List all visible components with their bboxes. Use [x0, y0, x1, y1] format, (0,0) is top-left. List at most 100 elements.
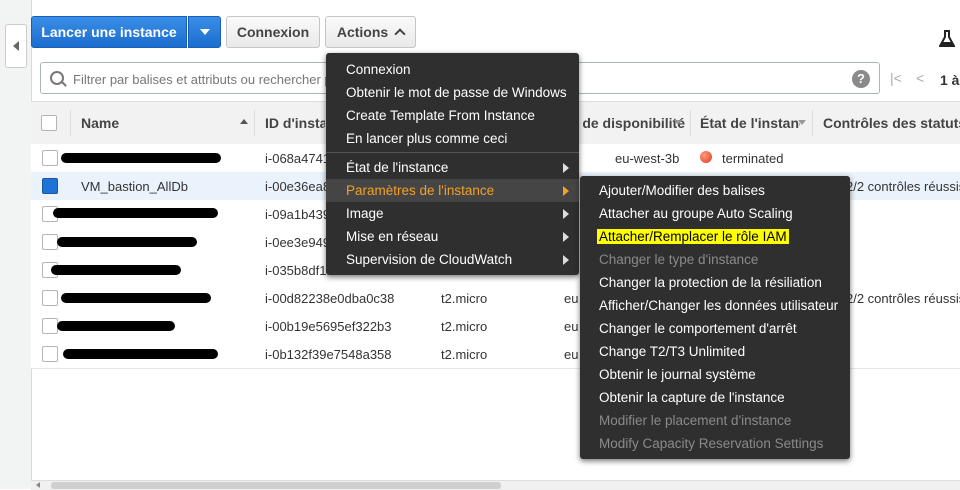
instance-id: i-068a4741 [265, 151, 331, 166]
instance-type: t2.micro [441, 347, 488, 362]
redacted-name [57, 237, 197, 247]
column-header-instance-id[interactable]: ID d'instance [265, 115, 325, 131]
column-divider [70, 110, 71, 136]
chevron-up-icon [394, 28, 406, 40]
menu-item-label: État de l'instance [346, 160, 449, 175]
row-checkbox[interactable] [42, 150, 58, 166]
left-nav-panel [0, 0, 32, 489]
menu-item-connect[interactable]: Connexion [326, 58, 579, 81]
row-checkbox[interactable] [42, 318, 58, 334]
submenu-arrow-icon [563, 163, 569, 173]
menu-item-get-windows-password[interactable]: Obtenir le mot de passe de Windows [326, 81, 579, 104]
connect-button[interactable]: Connexion [226, 16, 320, 48]
column-divider [254, 110, 255, 136]
first-page-icon[interactable]: |< [890, 70, 902, 86]
column-header-name[interactable]: Name [81, 115, 201, 131]
instance-id: i-09a1b439 [265, 207, 331, 222]
menu-item-cloudwatch-monitoring[interactable]: Supervision de CloudWatch [326, 248, 579, 271]
menu-item-attach-auto-scaling[interactable]: Attacher au groupe Auto Scaling [580, 202, 850, 225]
menu-item-launch-more-like-this[interactable]: En lancer plus comme ceci [326, 127, 579, 150]
row-checkbox[interactable] [42, 234, 58, 250]
menu-item-modify-placement: Modifier le placement d'instance [599, 413, 792, 428]
menu-item-label: Attacher/Remplacer le rôle IAM [597, 229, 789, 244]
menu-item-label: Paramètres de l'instance [346, 183, 495, 198]
submenu-arrow-icon [563, 209, 569, 219]
actions-menu: Connexion Obtenir le mot de passe de Win… [326, 53, 579, 275]
menu-item-networking[interactable]: Mise en réseau [326, 225, 579, 248]
instance-state: terminated [722, 151, 784, 166]
submenu-arrow-icon [563, 255, 569, 265]
instance-name: VM_bastion_AllDb [81, 179, 188, 194]
scrollbar-thumb[interactable] [51, 482, 501, 489]
expand-nav-button[interactable] [5, 24, 27, 68]
sort-icon[interactable] [674, 120, 682, 125]
status-checks: 2/2 contrôles réussis [846, 179, 960, 194]
redacted-name [61, 153, 221, 163]
menu-item-system-log[interactable]: Obtenir le journal système [580, 363, 850, 386]
instance-id: i-00e36ea8 [265, 179, 331, 194]
instance-id: i-00d82238e0dba0c38 [265, 291, 395, 306]
actions-button[interactable]: Actions [325, 16, 416, 48]
column-divider [690, 110, 691, 136]
redacted-name [51, 265, 181, 275]
menu-item-shutdown-behavior[interactable]: Changer le comportement d'arrêt [580, 317, 850, 340]
menu-item-label: Supervision de CloudWatch [346, 252, 513, 267]
availability-zone: eu [564, 319, 579, 334]
search-input[interactable] [71, 69, 335, 89]
redacted-name [53, 208, 218, 218]
status-checks: 2/2 contrôles réussis [846, 291, 960, 306]
column-header-instance-state[interactable]: État de l'instance [700, 115, 800, 131]
launch-instance-dropdown-button[interactable] [188, 16, 221, 48]
redacted-name [57, 321, 175, 331]
column-header-status-checks[interactable]: Contrôles des statuts [823, 115, 960, 131]
pagination: |< < 1 à [890, 70, 960, 90]
menu-item-create-template[interactable]: Create Template From Instance [326, 104, 579, 127]
chevron-left-icon [13, 41, 19, 51]
menu-item-t2-t3-unlimited[interactable]: Change T2/T3 Unlimited [580, 340, 850, 363]
row-checkbox[interactable] [42, 346, 58, 362]
menu-item-termination-protection[interactable]: Changer la protection de la résiliation [580, 271, 850, 294]
menu-item-change-instance-type: Changer le type d'instance [599, 252, 759, 267]
instance-id: i-00b19e5695ef322b3 [265, 319, 392, 334]
instance-id: i-0ee3e949 [265, 235, 331, 250]
caret-down-icon [199, 29, 210, 35]
redacted-name [61, 293, 211, 303]
menu-item-instance-settings[interactable]: Paramètres de l'instance [326, 179, 579, 202]
column-divider [812, 110, 813, 136]
menu-item-label: Mise en réseau [346, 229, 439, 244]
availability-zone: eu-west-3b [615, 151, 680, 166]
help-icon[interactable]: ? [852, 70, 870, 88]
row-checkbox[interactable] [42, 178, 58, 194]
menu-item-image[interactable]: Image [326, 202, 579, 225]
menu-item-attach-replace-iam-role[interactable]: Attacher/Remplacer le rôle IAM [580, 225, 850, 248]
menu-item-user-data[interactable]: Afficher/Changer les données utilisateur [580, 294, 850, 317]
actions-button-label: Actions [336, 24, 389, 40]
search-icon [50, 71, 64, 85]
select-all-checkbox[interactable] [41, 115, 57, 131]
instance-settings-submenu: Ajouter/Modifier des balises Attacher au… [580, 176, 850, 459]
menu-item-add-edit-tags[interactable]: Ajouter/Modifier des balises [580, 179, 850, 202]
terminated-status-icon [700, 151, 712, 163]
submenu-arrow-icon [563, 186, 569, 196]
availability-zone: eu [564, 347, 579, 362]
instance-type: t2.micro [441, 319, 488, 334]
flask-icon[interactable] [939, 30, 955, 48]
scroll-left-icon[interactable] [36, 482, 40, 488]
pagination-range: 1 à [940, 72, 960, 88]
sort-icon[interactable] [798, 120, 806, 125]
instance-type: t2.micro [441, 291, 488, 306]
menu-separator [326, 152, 579, 153]
sort-asc-icon[interactable] [240, 119, 248, 124]
submenu-arrow-icon [563, 232, 569, 242]
menu-item-instance-screenshot[interactable]: Obtenir la capture de l'instance [580, 386, 850, 409]
prev-page-icon[interactable]: < [916, 70, 924, 86]
row-checkbox[interactable] [42, 290, 58, 306]
menu-item-label: Image [346, 206, 384, 221]
menu-item-capacity-reservation: Modify Capacity Reservation Settings [599, 436, 824, 451]
redacted-name [63, 349, 218, 359]
availability-zone: eu [564, 291, 579, 306]
launch-instance-button[interactable]: Lancer une instance [31, 16, 187, 48]
menu-item-instance-state[interactable]: État de l'instance [326, 156, 579, 179]
instance-id: i-035b8df1 [265, 263, 327, 278]
instance-id: i-0b132f39e7548a358 [265, 347, 392, 362]
